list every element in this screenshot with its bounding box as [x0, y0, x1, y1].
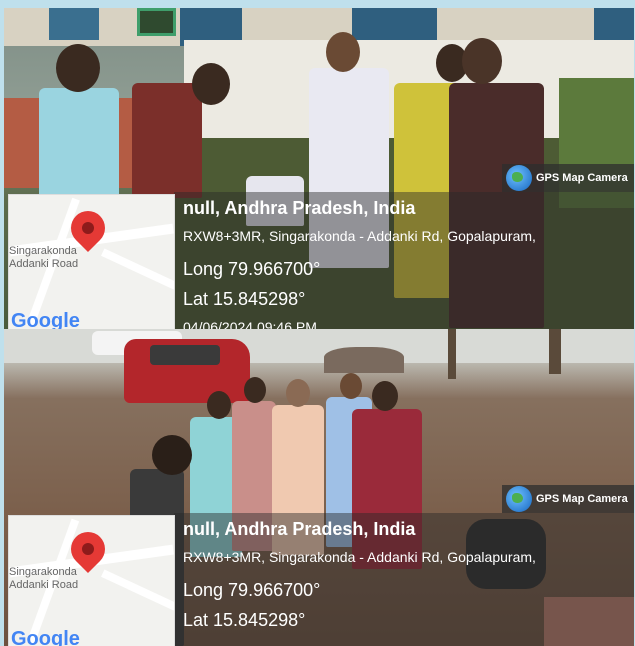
geotagged-photo-1: GPS Map Camera Singarakonda Addanki Road…: [4, 8, 634, 329]
longitude: Long 79.966700°: [183, 259, 321, 279]
globe-icon: [506, 486, 532, 512]
google-logo: Google: [11, 310, 80, 329]
mini-map: Singarakonda Addanki Road Google: [8, 194, 175, 329]
timestamp: 04/06/2024 09:46 PM: [183, 319, 317, 329]
globe-icon: [506, 165, 532, 191]
gps-camera-badge: GPS Map Camera: [502, 164, 634, 192]
rubble-pile: [324, 347, 404, 373]
person-head: [192, 63, 230, 105]
badge-label: GPS Map Camera: [536, 172, 628, 184]
map-label-road: Addanki Road: [9, 258, 79, 270]
person-head: [462, 38, 502, 84]
tree-trunk: [549, 329, 561, 374]
tree-trunk: [448, 329, 456, 379]
window: [137, 8, 176, 36]
person-head: [286, 379, 310, 407]
collage-frame: GPS Map Camera Singarakonda Addanki Road…: [0, 0, 635, 646]
map-label-road: Addanki Road: [9, 579, 79, 591]
person-head: [326, 32, 360, 72]
window-shutter: [49, 8, 99, 40]
person-head: [372, 381, 398, 411]
location-address: RXW8+3MR, Singarakonda - Addanki Rd, Gop…: [183, 549, 536, 565]
location-address: RXW8+3MR, Singarakonda - Addanki Rd, Gop…: [183, 228, 536, 244]
map-road: [101, 248, 174, 290]
door: [352, 8, 437, 40]
longitude: Long 79.966700°: [183, 580, 321, 600]
latitude: Lat 15.845298°: [183, 289, 306, 309]
person: [132, 83, 202, 198]
gps-camera-badge: GPS Map Camera: [502, 485, 634, 513]
person-head: [340, 373, 362, 399]
geotagged-photo-2: GPS Map Camera Singarakonda Addanki Road…: [4, 329, 634, 646]
person-head: [152, 435, 192, 475]
badge-label: GPS Map Camera: [536, 493, 628, 505]
location-title: null, Andhra Pradesh, India: [183, 519, 416, 539]
person-head: [244, 377, 266, 403]
location-title: null, Andhra Pradesh, India: [183, 198, 416, 218]
person-head: [207, 391, 231, 419]
door: [594, 8, 634, 40]
person-head: [56, 44, 100, 92]
latitude: Lat 15.845298°: [183, 610, 306, 630]
map-road: [101, 569, 174, 611]
map-label-village: Singarakonda: [9, 566, 77, 578]
car-window: [150, 345, 220, 365]
map-label-village: Singarakonda: [9, 245, 77, 257]
person: [39, 88, 119, 198]
google-logo: Google: [11, 628, 80, 646]
mini-map: Singarakonda Addanki Road Google: [8, 515, 175, 646]
